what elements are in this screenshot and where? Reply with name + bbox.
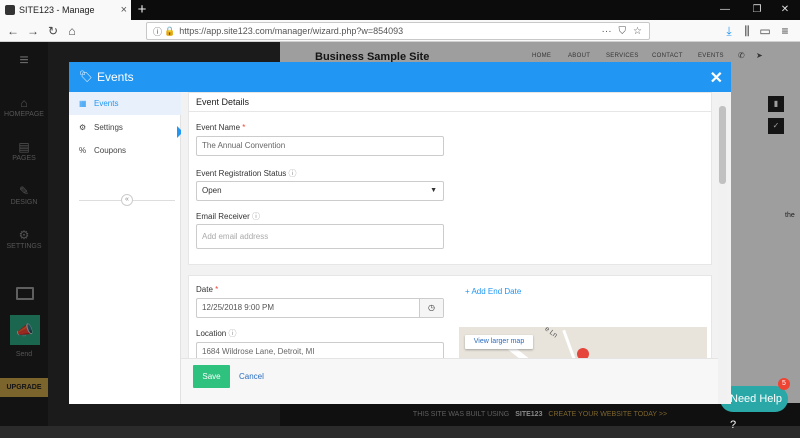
sidebar-item-settings[interactable]: ⚙ Settings <box>69 116 181 139</box>
percent-icon: % <box>79 146 87 155</box>
event-details-card: Event Details Event Name * The Annual Co… <box>188 92 712 265</box>
page-actions-icon[interactable]: ··· <box>602 26 612 37</box>
download-icon[interactable]: ⤓ <box>720 22 738 40</box>
menu-icon[interactable]: ≡ <box>776 22 794 40</box>
gear-icon: ⚙ <box>79 123 87 132</box>
modal-sidebar: ▦ Events ⚙ Settings % Coupons « <box>69 92 183 404</box>
status-label: Event Registration Status ⓘ <box>196 169 297 178</box>
modal-title: Events <box>97 70 134 84</box>
required-marker: * <box>242 123 246 132</box>
modal-footer: Save Cancel <box>181 358 718 404</box>
help-icon[interactable]: ⓘ <box>289 169 297 178</box>
sidebar-item-label: Events <box>94 99 119 108</box>
sidebar-item-label: Settings <box>94 123 123 132</box>
browser-nav-bar: ← → ↻ ⌂ ⓘ 🔒 https://app.site123.com/mana… <box>0 20 800 42</box>
forward-icon[interactable]: → <box>24 22 42 40</box>
browser-tab[interactable]: SITE123 - Manage × <box>0 0 131 20</box>
dropdown-caret-icon: ▼ <box>430 187 437 194</box>
tab-close-icon[interactable]: × <box>121 4 127 16</box>
help-icon[interactable]: ⓘ <box>252 212 260 221</box>
help-icon[interactable]: ⓘ <box>228 329 236 338</box>
home-icon[interactable]: ⌂ <box>63 22 81 40</box>
notification-badge: 5 <box>778 378 790 390</box>
library-icon[interactable]: ⫼ <box>738 22 756 40</box>
reload-icon[interactable]: ↻ <box>44 22 62 40</box>
sidebar-item-events[interactable]: ▦ Events <box>69 92 181 115</box>
url-text: https://app.site123.com/manager/wizard.p… <box>179 26 404 36</box>
events-modal: 🏷 Events ✕ ▦ Events ⚙ Settings % Coupons… <box>69 62 731 404</box>
event-name-input[interactable]: The Annual Convention <box>196 136 444 156</box>
back-icon[interactable]: ← <box>4 22 22 40</box>
date-label: Date * <box>196 285 219 294</box>
map-street-label: e Ln <box>543 325 559 340</box>
tab-title: SITE123 - Manage <box>19 5 95 15</box>
save-button[interactable]: Save <box>193 365 230 388</box>
status-select[interactable]: Open ▼ <box>196 181 444 201</box>
new-tab-button[interactable]: + <box>134 0 150 20</box>
browser-tab-bar: SITE123 - Manage × + — ❐ ✕ <box>0 0 800 20</box>
sidebar-collapse: « <box>79 194 175 206</box>
clock-icon[interactable]: ◷ <box>419 299 443 317</box>
required-marker: * <box>215 285 219 294</box>
maximize-button[interactable]: ❐ <box>742 0 772 20</box>
info-icon[interactable]: ⓘ <box>153 25 162 38</box>
close-window-button[interactable]: ✕ <box>770 0 800 20</box>
email-receiver-label: Email Receiver ⓘ <box>196 212 261 221</box>
cancel-button[interactable]: Cancel <box>239 365 264 388</box>
address-bar[interactable]: ⓘ 🔒 https://app.site123.com/manager/wiza… <box>146 22 650 40</box>
add-end-date-link[interactable]: + Add End Date <box>465 287 521 296</box>
pocket-icon[interactable]: ⛉ <box>619 26 627 37</box>
tag-icon: 🏷 <box>79 71 93 83</box>
collapse-chevron-icon[interactable]: « <box>121 194 133 206</box>
site-favicon-icon <box>5 5 15 15</box>
bookmark-star-icon[interactable]: ☆ <box>633 26 642 37</box>
lock-icon: 🔒 <box>164 25 176 36</box>
section-heading: Event Details <box>189 93 711 112</box>
sidebar-item-label: Coupons <box>94 146 127 155</box>
sidebar-toggle-icon[interactable]: ▭ <box>756 22 774 40</box>
view-larger-map-button[interactable]: View larger map <box>465 335 533 349</box>
modal-header: 🏷 Events ✕ <box>69 62 731 92</box>
scrollbar-thumb[interactable] <box>719 106 726 184</box>
event-name-label: Event Name * <box>196 123 246 132</box>
calendar-icon: ▦ <box>79 99 87 108</box>
location-label: Location ⓘ <box>196 329 237 338</box>
date-input[interactable]: 12/25/2018 9:00 PM ◷ <box>196 298 444 318</box>
email-receiver-input[interactable]: Add email address <box>196 224 444 249</box>
minimize-button[interactable]: — <box>710 0 740 20</box>
sidebar-item-coupons[interactable]: % Coupons <box>69 139 181 162</box>
close-icon[interactable]: ✕ <box>710 68 723 88</box>
